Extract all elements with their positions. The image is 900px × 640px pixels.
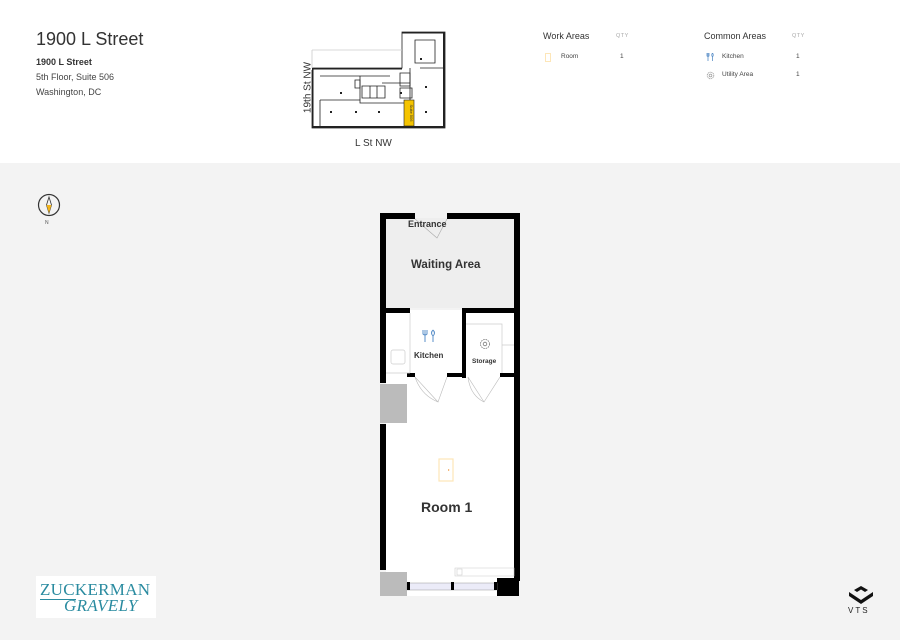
room1-label: Room 1 (421, 499, 473, 515)
broker-logo: ZUCKERMAN GRAVELY (36, 576, 156, 618)
entrance-label: Entrance (408, 219, 447, 229)
column (380, 384, 407, 423)
storage-label: Storage (472, 358, 497, 365)
floor-plan (380, 213, 520, 596)
column (380, 572, 407, 596)
waiting-area-label: Waiting Area (411, 259, 481, 271)
vts-logo-icon (849, 586, 873, 604)
vts-logo-text: VTS (848, 606, 870, 615)
broker-logo-line2: GRAVELY (64, 596, 138, 615)
kitchen-label: Kitchen (414, 351, 444, 360)
